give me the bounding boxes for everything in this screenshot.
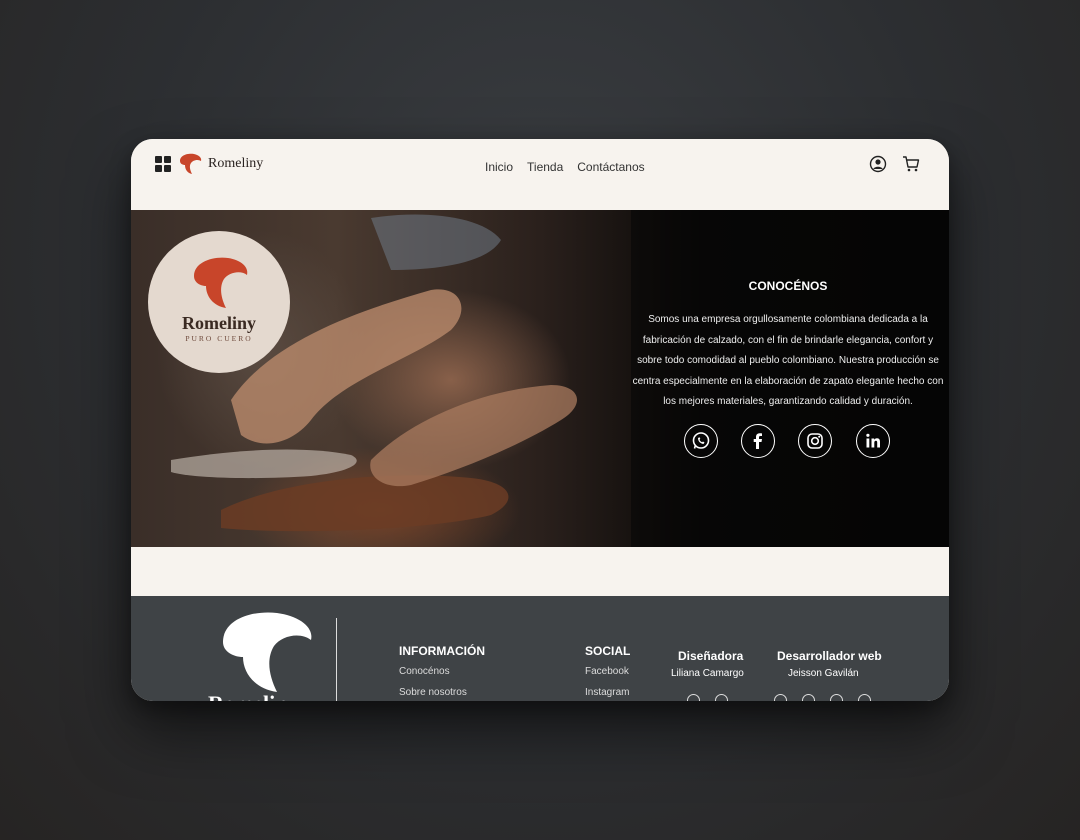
instagram-link[interactable] [798, 424, 832, 458]
designer-social-icon-2[interactable] [715, 694, 728, 701]
footer-link-instagram[interactable]: Instagram [585, 687, 629, 698]
badge-brand-name: Romeliny [182, 313, 256, 333]
linkedin-icon [866, 433, 880, 448]
badge-logo-icon [194, 257, 248, 308]
footer-logo-icon [223, 612, 312, 692]
designer-social-icon-1[interactable] [687, 694, 700, 701]
about-title: CONOCÉNOS [748, 279, 828, 293]
site-footer: Romeliny INFORMACIÓN Conocénos Sobre nos… [131, 596, 949, 701]
footer-brand-name: Romeliny [208, 691, 298, 701]
footer-designer-title: Diseñadora [678, 649, 744, 663]
about-description: Somos una empresa orgullosamente colombi… [632, 314, 944, 407]
facebook-link[interactable] [741, 424, 775, 458]
nav-inicio[interactable]: Inicio [485, 160, 513, 174]
site-header: Romeliny Inicio Tienda Contáctanos [131, 139, 949, 210]
footer-divider [336, 618, 337, 701]
instagram-icon [807, 433, 823, 449]
shopping-cart-icon[interactable] [902, 155, 920, 173]
nav-contactanos[interactable]: Contáctanos [577, 160, 644, 174]
footer-info-title: INFORMACIÓN [399, 644, 485, 658]
footer-designer-name: Liliana Camargo [671, 668, 744, 679]
footer-link-facebook[interactable]: Facebook [585, 666, 629, 677]
whatsapp-link[interactable] [684, 424, 718, 458]
section-spacer [131, 547, 949, 596]
developer-social-icon-1[interactable] [774, 694, 787, 701]
brand-badge: Romeliny PURO CUERO [148, 231, 290, 373]
developer-social-icon-4[interactable] [858, 694, 871, 701]
facebook-icon [753, 433, 762, 449]
user-account-icon[interactable] [869, 155, 887, 173]
footer-developer-title: Desarrollador web [777, 649, 882, 663]
badge-tagline: PURO CUERO [185, 334, 253, 343]
developer-social-icon-2[interactable] [802, 694, 815, 701]
footer-link-sobre-nosotros[interactable]: Sobre nosotros [399, 687, 467, 698]
developer-social-icon-3[interactable] [830, 694, 843, 701]
brand-logo-icon[interactable] [178, 153, 202, 175]
website-preview-card: Romeliny Inicio Tienda Contáctanos Romel… [131, 139, 949, 701]
hero-section: Romeliny PURO CUERO CONOCÉNOS Somos una … [131, 210, 949, 547]
footer-social-title: SOCIAL [585, 644, 631, 658]
nav-tienda[interactable]: Tienda [527, 160, 563, 174]
brand-name[interactable]: Romeliny [208, 156, 263, 172]
linkedin-link[interactable] [856, 424, 890, 458]
footer-developer-name: Jeisson Gavilán [788, 668, 859, 679]
grid-menu-icon[interactable] [155, 156, 171, 172]
whatsapp-icon [692, 432, 710, 449]
footer-link-conocenos[interactable]: Conocénos [399, 666, 450, 677]
main-nav: Inicio Tienda Contáctanos [485, 160, 645, 174]
